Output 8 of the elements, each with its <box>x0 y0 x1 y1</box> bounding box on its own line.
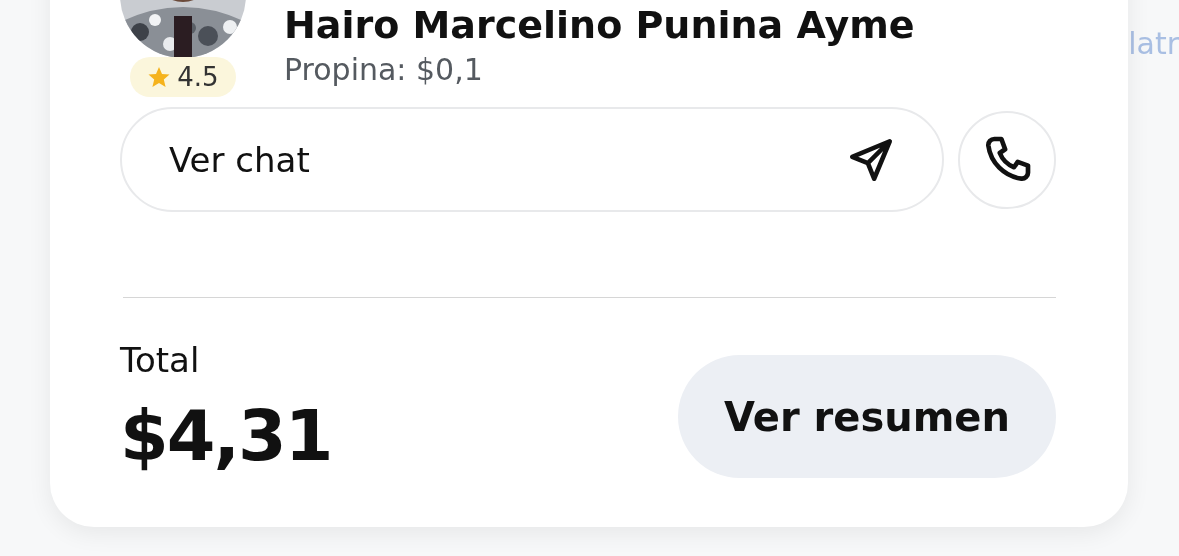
summary-button[interactable]: Ver resumen <box>678 355 1056 478</box>
total-amount: $4,31 <box>120 394 332 478</box>
total-label: Total <box>120 339 201 382</box>
background-text: latr <box>1128 25 1179 63</box>
driver-name: Hairo Marcelino Punina Ayme <box>284 2 915 48</box>
rating-value: 4.5 <box>177 62 219 92</box>
chat-button[interactable]: Ver chat <box>120 107 944 212</box>
tip-amount: Propina: $0,1 <box>284 51 484 89</box>
